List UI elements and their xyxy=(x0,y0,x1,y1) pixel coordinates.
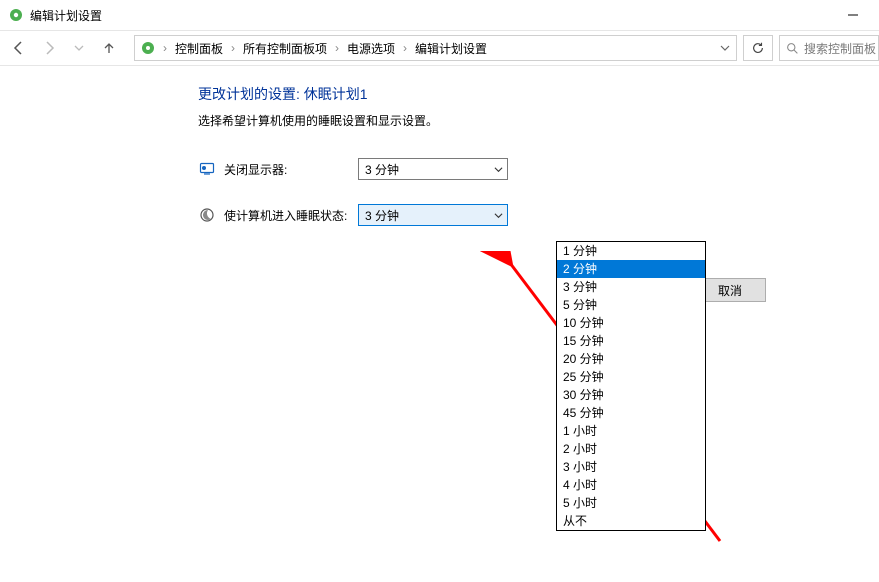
control-panel-icon xyxy=(139,39,157,57)
display-off-value: 3 分钟 xyxy=(365,161,399,178)
setting-row-sleep: 使计算机进入睡眠状态: 3 分钟 xyxy=(198,203,768,227)
sleep-label: 使计算机进入睡眠状态: xyxy=(224,207,354,224)
dropdown-option[interactable]: 3 分钟 xyxy=(557,278,705,296)
dropdown-option[interactable]: 20 分钟 xyxy=(557,350,705,368)
crumb-edit-plan[interactable]: 编辑计划设置 xyxy=(409,37,493,60)
dropdown-option[interactable]: 从不 xyxy=(557,512,705,530)
chevron-down-icon xyxy=(494,165,503,174)
chevron-right-icon: › xyxy=(229,41,237,55)
chevron-down-icon xyxy=(494,211,503,220)
chevron-down-icon[interactable] xyxy=(718,43,732,53)
sleep-dropdown-list[interactable]: 1 分钟2 分钟3 分钟5 分钟10 分钟15 分钟20 分钟25 分钟30 分… xyxy=(556,241,706,531)
nav-bar: › 控制面板 › 所有控制面板项 › 电源选项 › 编辑计划设置 搜索控制面板 xyxy=(0,30,879,66)
search-icon xyxy=(786,42,799,55)
dropdown-option[interactable]: 2 分钟 xyxy=(557,260,705,278)
display-off-select[interactable]: 3 分钟 xyxy=(358,158,508,180)
crumb-power-options[interactable]: 电源选项 xyxy=(341,37,401,60)
dropdown-option[interactable]: 1 小时 xyxy=(557,422,705,440)
dropdown-option[interactable]: 2 小时 xyxy=(557,440,705,458)
setting-row-display-off: 关闭显示器: 3 分钟 xyxy=(198,157,768,181)
display-off-label: 关闭显示器: xyxy=(224,161,354,178)
dropdown-option[interactable]: 5 小时 xyxy=(557,494,705,512)
dropdown-option[interactable]: 1 分钟 xyxy=(557,242,705,260)
dropdown-option[interactable]: 3 小时 xyxy=(557,458,705,476)
monitor-icon xyxy=(198,160,216,178)
dropdown-option[interactable]: 5 分钟 xyxy=(557,296,705,314)
breadcrumb: 控制面板 › 所有控制面板项 › 电源选项 › 编辑计划设置 xyxy=(169,37,718,60)
title-bar: 编辑计划设置 xyxy=(0,0,879,30)
window-title: 编辑计划设置 xyxy=(30,7,102,24)
search-placeholder: 搜索控制面板 xyxy=(804,40,876,57)
dropdown-option[interactable]: 4 小时 xyxy=(557,476,705,494)
chevron-right-icon: › xyxy=(333,41,341,55)
minimize-button[interactable] xyxy=(831,0,875,30)
address-bar[interactable]: › 控制面板 › 所有控制面板项 › 电源选项 › 编辑计划设置 xyxy=(134,35,737,61)
dropdown-option[interactable]: 15 分钟 xyxy=(557,332,705,350)
forward-button[interactable] xyxy=(34,33,64,63)
dropdown-option[interactable]: 25 分钟 xyxy=(557,368,705,386)
up-button[interactable] xyxy=(94,33,124,63)
dropdown-option[interactable]: 30 分钟 xyxy=(557,386,705,404)
chevron-right-icon: › xyxy=(161,41,169,55)
chevron-right-icon: › xyxy=(401,41,409,55)
dropdown-option[interactable]: 45 分钟 xyxy=(557,404,705,422)
app-icon xyxy=(8,7,24,23)
dropdown-option[interactable]: 10 分钟 xyxy=(557,314,705,332)
refresh-button[interactable] xyxy=(743,35,773,61)
content-area: 更改计划的设置: 休眠计划1 选择希望计算机使用的睡眠设置和显示设置。 关闭显示… xyxy=(0,66,879,582)
recent-locations-button[interactable] xyxy=(64,33,94,63)
crumb-all-items[interactable]: 所有控制面板项 xyxy=(237,37,333,60)
sleep-select[interactable]: 3 分钟 xyxy=(358,204,508,226)
moon-icon xyxy=(198,206,216,224)
crumb-control-panel[interactable]: 控制面板 xyxy=(169,37,229,60)
page-title: 更改计划的设置: 休眠计划1 xyxy=(198,84,768,104)
page-subtitle: 选择希望计算机使用的睡眠设置和显示设置。 xyxy=(198,112,768,129)
sleep-value: 3 分钟 xyxy=(365,207,399,224)
search-input[interactable]: 搜索控制面板 xyxy=(779,35,879,61)
back-button[interactable] xyxy=(4,33,34,63)
